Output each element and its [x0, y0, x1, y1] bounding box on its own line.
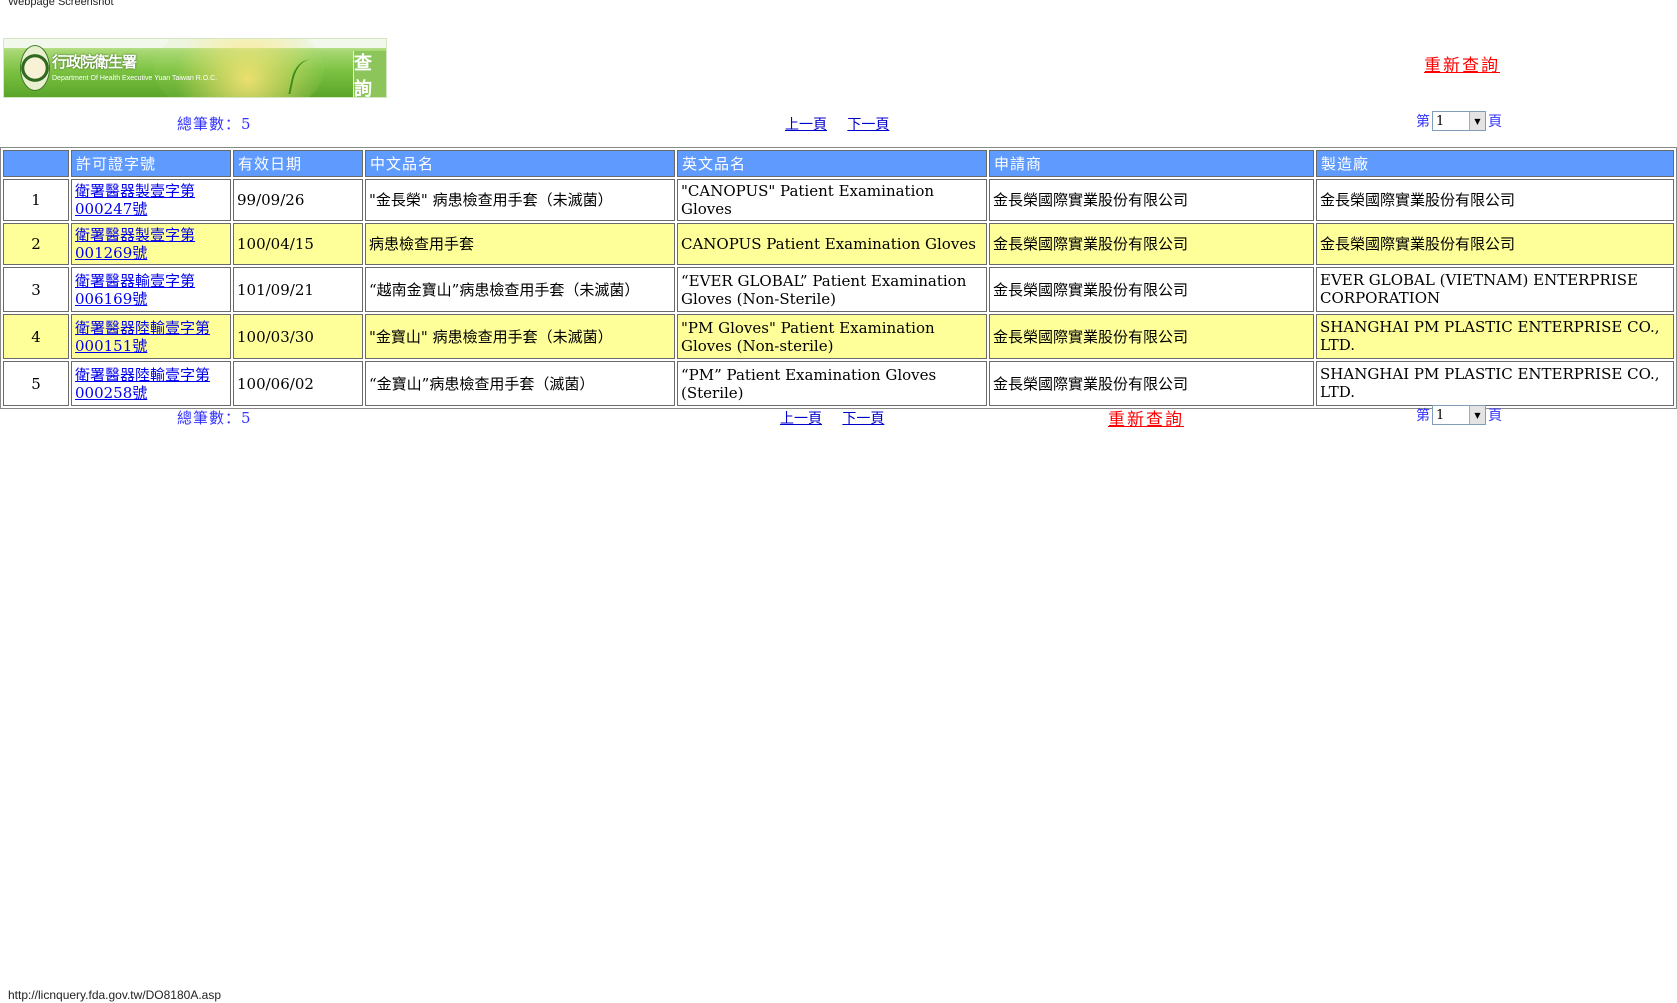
header-index: [3, 150, 69, 177]
license-cell: 衛署醫器陸輸壹字第000151號: [71, 314, 231, 359]
en-name-cell: “PM” Patient Examination Gloves (Sterile…: [677, 361, 987, 406]
header-valid-date: 有效日期: [233, 150, 363, 177]
row-number: 1: [3, 179, 69, 221]
license-link[interactable]: 衛署醫器陸輸壹字第000151號: [75, 319, 210, 355]
manufacturer-cell: 金長榮國際實業股份有限公司: [1316, 179, 1674, 221]
pager-links-bottom: 上一頁 下一頁: [780, 408, 884, 428]
table-header-row: 許可證字號 有效日期 中文品名 英文品名 申請商 製造廠: [3, 150, 1674, 177]
table-row: 4 衛署醫器陸輸壹字第000151號 100/03/30 "金寶山" 病患檢查用…: [3, 314, 1674, 359]
page-suffix: 頁: [1488, 114, 1502, 130]
cn-name-cell: 病患檢查用手套: [365, 223, 675, 265]
page-select-top[interactable]: 1 ▼: [1432, 111, 1486, 131]
manufacturer-cell: 金長榮國際實業股份有限公司: [1316, 223, 1674, 265]
table-row: 3 衛署醫器輸壹字第006169號 101/09/21 “越南金寶山”病患檢查用…: [3, 267, 1674, 312]
cn-name-cell: “越南金寶山”病患檢查用手套（未滅菌）: [365, 267, 675, 312]
department-banner: 行政院衛生署 Department Of Health Executive Yu…: [3, 38, 387, 98]
date-cell: 99/09/26: [233, 179, 363, 221]
total-count-bottom: 總筆數：5: [177, 409, 252, 427]
date-cell: 101/09/21: [233, 267, 363, 312]
page-prefix: 第: [1416, 408, 1430, 424]
row-number: 5: [3, 361, 69, 406]
license-cell: 衛署醫器製壹字第001269號: [71, 223, 231, 265]
row-number: 3: [3, 267, 69, 312]
manufacturer-cell: SHANGHAI PM PLASTIC ENTERPRISE CO., LTD.: [1316, 314, 1674, 359]
manufacturer-cell: SHANGHAI PM PLASTIC ENTERPRISE CO., LTD.: [1316, 361, 1674, 406]
date-cell: 100/03/30: [233, 314, 363, 359]
date-cell: 100/04/15: [233, 223, 363, 265]
page-select-bottom[interactable]: 1 ▼: [1432, 405, 1486, 425]
license-cell: 衛署醫器輸壹字第006169號: [71, 267, 231, 312]
en-name-cell: "CANOPUS" Patient Examination Gloves: [677, 179, 987, 221]
status-bar-url: http://licnquery.fda.gov.tw/DO8180A.asp: [8, 988, 222, 1002]
cn-name-cell: “金寶山”病患檢查用手套（滅菌）: [365, 361, 675, 406]
cn-name-cell: "金寶山" 病患檢查用手套（未滅菌）: [365, 314, 675, 359]
dropdown-arrow-icon[interactable]: ▼: [1469, 112, 1485, 130]
table-row: 5 衛署醫器陸輸壹字第000258號 100/06/02 “金寶山”病患檢查用手…: [3, 361, 1674, 406]
screenshot-caption: Webpage Screenshot: [8, 0, 114, 8]
license-link[interactable]: 衛署醫器輸壹字第006169號: [75, 272, 195, 308]
requery-link-top[interactable]: 重新查詢: [1424, 51, 1500, 76]
license-results-table: 許可證字號 有效日期 中文品名 英文品名 申請商 製造廠 1 衛署醫器製壹字第0…: [0, 147, 1677, 409]
total-count-top: 總筆數：5: [177, 115, 252, 133]
en-name-cell: "PM Gloves" Patient Examination Gloves (…: [677, 314, 987, 359]
requery-link-bottom[interactable]: 重新查詢: [1108, 405, 1184, 430]
cn-name-cell: "金長榮" 病患檢查用手套（未滅菌）: [365, 179, 675, 221]
applicant-cell: 金長榮國際實業股份有限公司: [989, 223, 1314, 265]
page-selector-top: 第 1 ▼ 頁: [1416, 111, 1502, 131]
page-select-value: 1: [1436, 113, 1445, 129]
emblem-icon: [20, 45, 50, 91]
header-manufacturer: 製造廠: [1316, 150, 1674, 177]
license-link[interactable]: 衛署醫器陸輸壹字第000258號: [75, 366, 210, 402]
page-select-value: 1: [1436, 407, 1445, 423]
applicant-cell: 金長榮國際實業股份有限公司: [989, 314, 1314, 359]
row-number: 4: [3, 314, 69, 359]
banner-org-english: Department Of Health Executive Yuan Taiw…: [52, 75, 218, 82]
applicant-cell: 金長榮國際實業股份有限公司: [989, 179, 1314, 221]
applicant-cell: 金長榮國際實業股份有限公司: [989, 361, 1314, 406]
banner-query-tab: 查詢: [353, 51, 386, 97]
date-cell: 100/06/02: [233, 361, 363, 406]
next-page-link-bottom[interactable]: 下一頁: [842, 411, 884, 427]
page-prefix: 第: [1416, 114, 1430, 130]
table-row: 2 衛署醫器製壹字第001269號 100/04/15 病患檢查用手套 CANO…: [3, 223, 1674, 265]
license-cell: 衛署醫器陸輸壹字第000258號: [71, 361, 231, 406]
row-number: 2: [3, 223, 69, 265]
next-page-link-top[interactable]: 下一頁: [847, 117, 889, 133]
en-name-cell: “EVER GLOBAL” Patient Examination Gloves…: [677, 267, 987, 312]
license-link[interactable]: 衛署醫器製壹字第000247號: [75, 182, 195, 218]
prev-page-link-top[interactable]: 上一頁: [785, 117, 827, 133]
table-row: 1 衛署醫器製壹字第000247號 99/09/26 "金長榮" 病患檢查用手套…: [3, 179, 1674, 221]
prev-page-link-bottom[interactable]: 上一頁: [780, 411, 822, 427]
banner-org-name: 行政院衛生署: [52, 53, 137, 71]
header-applicant: 申請商: [989, 150, 1314, 177]
header-en-name: 英文品名: [677, 150, 987, 177]
applicant-cell: 金長榮國際實業股份有限公司: [989, 267, 1314, 312]
header-license-no: 許可證字號: [71, 150, 231, 177]
header-cn-name: 中文品名: [365, 150, 675, 177]
page-suffix: 頁: [1488, 408, 1502, 424]
dropdown-arrow-icon[interactable]: ▼: [1469, 406, 1485, 424]
pager-links-top: 上一頁 下一頁: [785, 114, 889, 134]
en-name-cell: CANOPUS Patient Examination Gloves: [677, 223, 987, 265]
license-link[interactable]: 衛署醫器製壹字第001269號: [75, 226, 195, 262]
license-cell: 衛署醫器製壹字第000247號: [71, 179, 231, 221]
manufacturer-cell: EVER GLOBAL (VIETNAM) ENTERPRISE CORPORA…: [1316, 267, 1674, 312]
page-selector-bottom: 第 1 ▼ 頁: [1416, 405, 1502, 425]
